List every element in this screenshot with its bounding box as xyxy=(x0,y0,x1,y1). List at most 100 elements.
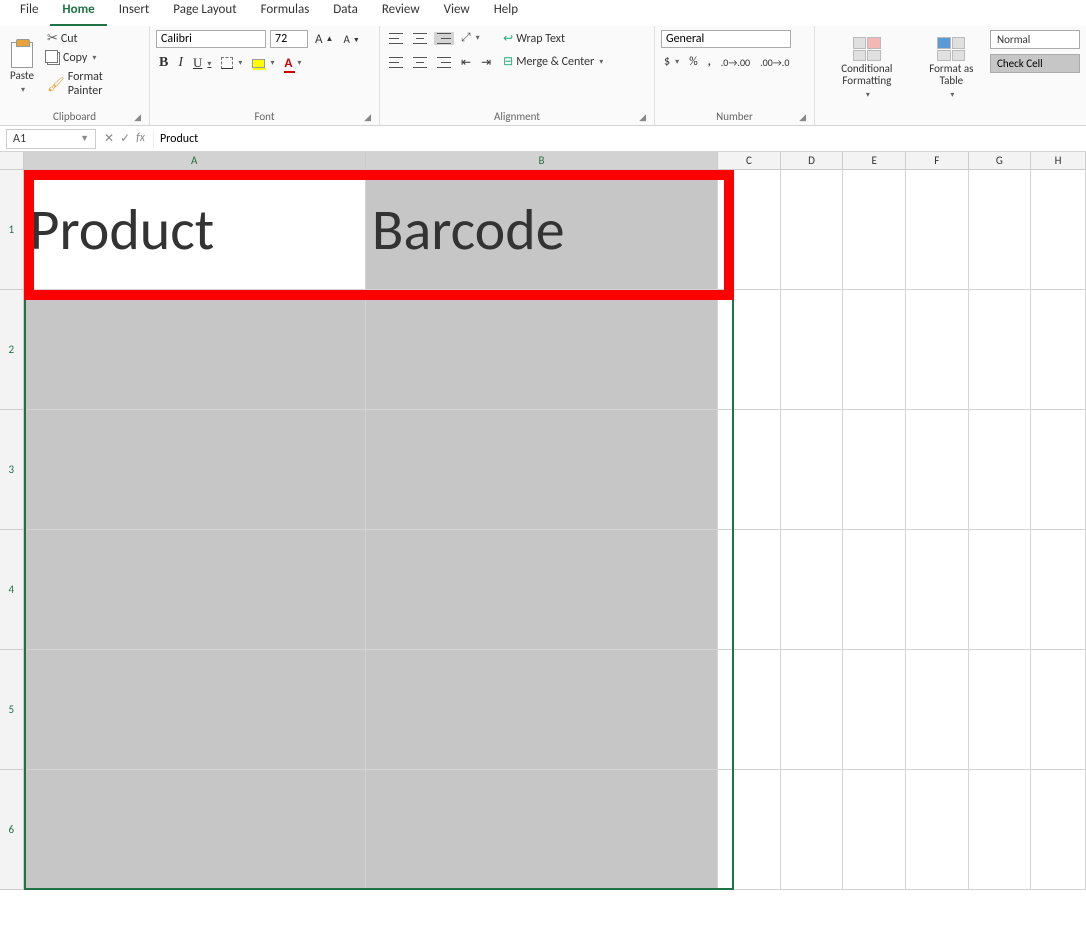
cell-H2[interactable] xyxy=(1031,290,1086,410)
cell-C3[interactable] xyxy=(718,410,781,530)
row-header-4[interactable]: 4 xyxy=(0,530,24,650)
align-bottom-button[interactable] xyxy=(434,32,454,45)
cell-F3[interactable] xyxy=(906,410,969,530)
align-left-button[interactable] xyxy=(386,56,406,69)
accounting-format-button[interactable]: $ xyxy=(661,54,682,70)
tab-formulas[interactable]: Formulas xyxy=(249,0,322,26)
cell-F2[interactable] xyxy=(906,290,969,410)
dialog-launcher-icon[interactable]: ◢ xyxy=(639,112,646,123)
cell-D6[interactable] xyxy=(781,770,844,890)
cell-E2[interactable] xyxy=(843,290,906,410)
cell-B6[interactable] xyxy=(366,770,718,890)
row-header-2[interactable]: 2 xyxy=(0,290,24,410)
dialog-launcher-icon[interactable]: ◢ xyxy=(134,112,141,123)
tab-page-layout[interactable]: Page Layout xyxy=(161,0,248,26)
cell-H3[interactable] xyxy=(1031,410,1086,530)
col-header-d[interactable]: D xyxy=(781,152,844,169)
dialog-launcher-icon[interactable]: ◢ xyxy=(799,112,806,123)
percent-button[interactable]: % xyxy=(686,54,701,70)
name-box[interactable]: A1▼ xyxy=(6,129,96,149)
comma-button[interactable]: , xyxy=(705,54,714,70)
col-header-f[interactable]: F xyxy=(906,152,969,169)
cell-F6[interactable] xyxy=(906,770,969,890)
font-size-select[interactable] xyxy=(270,30,308,48)
cell-F5[interactable] xyxy=(906,650,969,770)
cell-A1[interactable]: Product xyxy=(24,170,366,290)
tab-file[interactable]: File xyxy=(8,0,50,26)
font-color-button[interactable]: A xyxy=(281,55,304,72)
row-header-3[interactable]: 3 xyxy=(0,410,24,530)
number-format-select[interactable] xyxy=(661,30,791,48)
tab-review[interactable]: Review xyxy=(370,0,432,26)
underline-button[interactable]: U xyxy=(190,54,214,72)
cell-F4[interactable] xyxy=(906,530,969,650)
align-right-button[interactable] xyxy=(434,56,454,69)
cell-H6[interactable] xyxy=(1031,770,1086,890)
cell-E4[interactable] xyxy=(843,530,906,650)
cell-E5[interactable] xyxy=(843,650,906,770)
formula-input[interactable] xyxy=(153,130,1086,148)
cell-F1[interactable] xyxy=(906,170,969,290)
cell-E3[interactable] xyxy=(843,410,906,530)
align-middle-button[interactable] xyxy=(410,32,430,45)
cell-A4[interactable] xyxy=(24,530,366,650)
borders-button[interactable] xyxy=(218,56,245,70)
cancel-formula-button[interactable]: ✕ xyxy=(104,131,114,146)
col-header-g[interactable]: G xyxy=(969,152,1032,169)
cell-G3[interactable] xyxy=(969,410,1032,530)
cell-B2[interactable] xyxy=(366,290,718,410)
cell-D4[interactable] xyxy=(781,530,844,650)
col-header-a[interactable]: A xyxy=(24,152,366,169)
cell-D2[interactable] xyxy=(781,290,844,410)
cut-button[interactable]: ✂Cut xyxy=(44,30,143,47)
format-as-table-button[interactable]: Format as Table xyxy=(919,30,984,108)
font-name-select[interactable] xyxy=(156,30,266,48)
tab-help[interactable]: Help xyxy=(482,0,530,26)
cell-G2[interactable] xyxy=(969,290,1032,410)
orientation-button[interactable]: ⤢ xyxy=(458,30,483,46)
col-header-h[interactable]: H xyxy=(1031,152,1086,169)
paste-button[interactable]: Paste xyxy=(6,30,38,108)
tab-view[interactable]: View xyxy=(432,0,482,26)
cell-G5[interactable] xyxy=(969,650,1032,770)
row-header-1[interactable]: 1 xyxy=(0,170,24,290)
cell-C4[interactable] xyxy=(718,530,781,650)
cell-D5[interactable] xyxy=(781,650,844,770)
copy-button[interactable]: Copy xyxy=(44,50,143,66)
conditional-formatting-button[interactable]: Conditional Formatting xyxy=(821,30,913,108)
row-header-5[interactable]: 5 xyxy=(0,650,24,770)
decrease-indent-button[interactable]: ⇤ xyxy=(458,54,474,71)
cell-G1[interactable] xyxy=(969,170,1032,290)
cell-A6[interactable] xyxy=(24,770,366,890)
col-header-e[interactable]: E xyxy=(843,152,906,169)
cell-B4[interactable] xyxy=(366,530,718,650)
cell-C1[interactable] xyxy=(718,170,781,290)
increase-indent-button[interactable]: ⇥ xyxy=(478,54,494,71)
decrease-font-button[interactable]: A▼ xyxy=(340,32,362,47)
col-header-b[interactable]: B xyxy=(366,152,718,169)
format-painter-button[interactable]: 🖌Format Painter xyxy=(44,69,143,99)
cell-E1[interactable] xyxy=(843,170,906,290)
tab-data[interactable]: Data xyxy=(321,0,370,26)
increase-font-button[interactable]: A▲ xyxy=(312,31,336,48)
cell-D1[interactable] xyxy=(781,170,844,290)
enter-formula-button[interactable]: ✓ xyxy=(120,131,130,146)
wrap-text-button[interactable]: ↩Wrap Text xyxy=(500,30,606,47)
dialog-launcher-icon[interactable]: ◢ xyxy=(364,112,371,123)
row-header-6[interactable]: 6 xyxy=(0,770,24,890)
fill-color-button[interactable] xyxy=(249,57,277,69)
cell-C2[interactable] xyxy=(718,290,781,410)
cell-E6[interactable] xyxy=(843,770,906,890)
align-top-button[interactable] xyxy=(386,32,406,45)
cell-D3[interactable] xyxy=(781,410,844,530)
cell-style-check[interactable]: Check Cell xyxy=(990,54,1080,73)
cell-G6[interactable] xyxy=(969,770,1032,890)
cell-B1[interactable]: Barcode xyxy=(366,170,718,290)
cell-A5[interactable] xyxy=(24,650,366,770)
bold-button[interactable]: B xyxy=(156,54,171,72)
tab-home[interactable]: Home xyxy=(50,0,106,26)
cell-A3[interactable] xyxy=(24,410,366,530)
cell-C5[interactable] xyxy=(718,650,781,770)
cell-B3[interactable] xyxy=(366,410,718,530)
decrease-decimal-button[interactable]: .00→.0 xyxy=(757,55,792,70)
